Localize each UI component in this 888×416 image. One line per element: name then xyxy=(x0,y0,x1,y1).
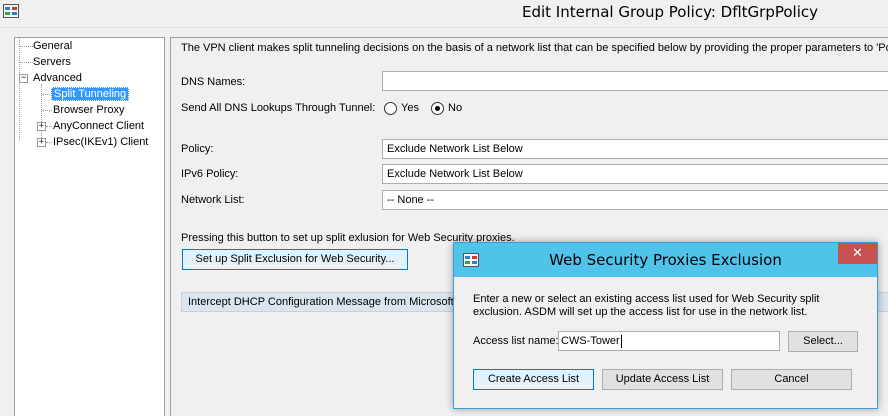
expand-icon[interactable]: + xyxy=(37,138,46,147)
radio-yes[interactable] xyxy=(384,102,397,115)
radio-no-label: No xyxy=(448,102,463,114)
web-security-proxies-exclusion-dialog: Web Security Proxies Exclusion ✕ Enter a… xyxy=(453,242,878,409)
access-list-name-input[interactable]: CWS-Tower xyxy=(558,331,780,351)
close-icon[interactable]: ✕ xyxy=(838,243,877,264)
tree-connector xyxy=(42,110,52,111)
setup-split-exclusion-button[interactable]: Set up Split Exclusion for Web Security.… xyxy=(182,249,408,270)
cancel-button[interactable]: Cancel xyxy=(731,369,852,390)
network-list-label: Network List: xyxy=(181,194,245,206)
access-list-name-value: CWS-Tower xyxy=(561,335,620,347)
radio-yes-label: Yes xyxy=(401,102,419,114)
tree-item-general[interactable]: General xyxy=(33,39,72,54)
window-titlebar: Edit Internal Group Policy: DfltGrpPolic… xyxy=(0,0,888,28)
dialog-titlebar[interactable]: Web Security Proxies Exclusion ✕ xyxy=(454,243,877,277)
policy-select[interactable]: Exclude Network List Below xyxy=(382,139,888,159)
select-button[interactable]: Select... xyxy=(788,331,858,352)
expand-icon[interactable]: + xyxy=(37,122,46,131)
window-title: Edit Internal Group Policy: DfltGrpPolic… xyxy=(521,3,819,21)
tree-connector xyxy=(19,38,20,141)
tree-item-label: IPsec(IKEv1) Client xyxy=(53,136,149,148)
update-access-list-button[interactable]: Update Access List xyxy=(602,369,723,390)
ipv6-policy-select[interactable]: Exclude Network List Below xyxy=(382,164,888,184)
tree-connector xyxy=(46,142,52,143)
panel-description: The VPN client makes split tunneling dec… xyxy=(181,42,888,54)
tree-item-label: AnyConnect Client xyxy=(53,120,145,132)
text-caret xyxy=(620,334,622,348)
dns-names-input[interactable] xyxy=(382,71,888,91)
tree-item-split-tunneling[interactable]: Split Tunneling xyxy=(51,87,130,102)
tree-item-ipsec-client[interactable]: IPsec(IKEv1) Client xyxy=(53,135,148,150)
send-all-dns-label: Send All DNS Lookups Through Tunnel: xyxy=(181,102,376,114)
ipv6-policy-label: IPv6 Policy: xyxy=(181,168,239,180)
tree-item-advanced[interactable]: Advanced xyxy=(33,71,82,86)
tree-item-label: Split Tunneling xyxy=(51,87,130,101)
tree-item-label: Servers xyxy=(33,56,71,68)
collapse-icon[interactable]: − xyxy=(19,74,28,83)
tree-item-servers[interactable]: Servers xyxy=(33,55,71,70)
tree-item-label: Browser Proxy xyxy=(53,104,125,116)
dialog-body: Enter a new or select an existing access… xyxy=(454,277,877,408)
dialog-title: Web Security Proxies Exclusion xyxy=(549,251,782,269)
network-list-select[interactable]: -- None -- xyxy=(382,190,888,210)
tree-connector xyxy=(20,62,33,63)
tree-connector xyxy=(20,46,33,47)
tree-item-label: General xyxy=(33,40,73,52)
create-access-list-button[interactable]: Create Access List xyxy=(473,369,594,390)
dialog-instructions: Enter a new or select an existing access… xyxy=(473,293,820,318)
radio-no[interactable] xyxy=(431,102,444,115)
access-list-name-label: Access list name: xyxy=(473,335,559,347)
app-icon xyxy=(3,4,19,18)
tree-item-anyconnect-client[interactable]: AnyConnect Client xyxy=(53,119,144,134)
tree-connector xyxy=(46,126,52,127)
dns-names-label: DNS Names: xyxy=(181,76,246,88)
tree-item-browser-proxy[interactable]: Browser Proxy xyxy=(53,103,125,118)
policy-label: Policy: xyxy=(181,143,214,155)
tree-connector xyxy=(41,84,42,142)
tree-item-label: Advanced xyxy=(33,72,82,84)
navigation-tree[interactable]: General Servers − Advanced Split Tunneli… xyxy=(14,37,165,416)
